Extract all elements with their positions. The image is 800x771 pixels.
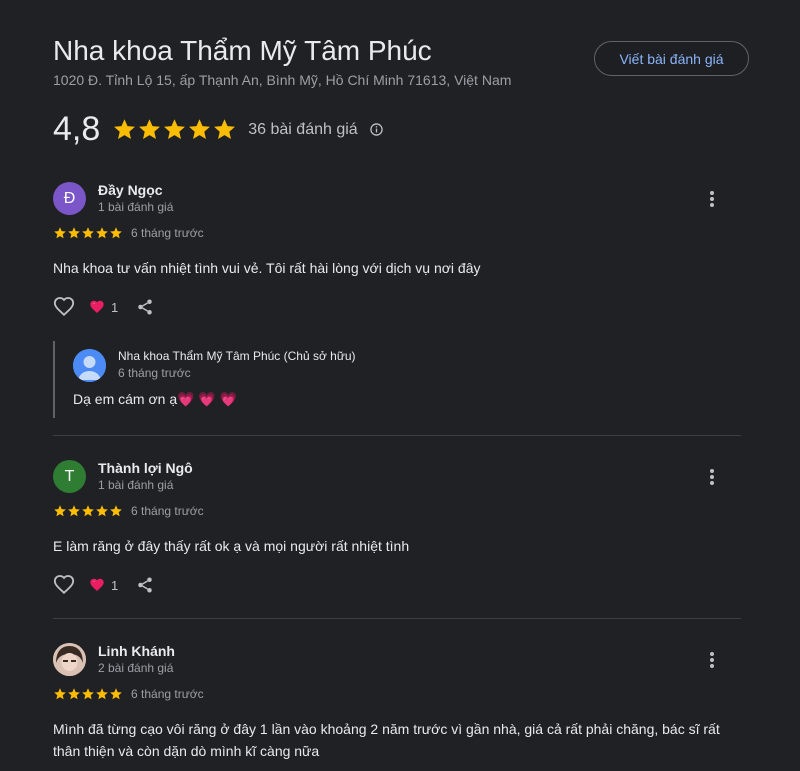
star-icon xyxy=(81,226,95,240)
star-icon xyxy=(53,504,67,518)
star-icon xyxy=(95,687,109,701)
star-icon xyxy=(187,117,212,142)
rating-summary: 4,8 36 bài đánh giá xyxy=(53,110,383,149)
review-actions: 1 xyxy=(53,296,154,318)
divider xyxy=(53,618,741,619)
person-icon xyxy=(73,349,106,382)
review-text: Mình đã từng cạo vôi răng ở đây 1 lần và… xyxy=(53,721,720,759)
star-icon xyxy=(95,226,109,240)
review-stars: 6 tháng trước xyxy=(53,504,204,518)
reviewer-name[interactable]: Linh Khánh xyxy=(98,643,175,659)
star-icon xyxy=(95,504,109,518)
owner-reply-name: Nha khoa Thẩm Mỹ Tâm Phúc (Chủ sở hữu) xyxy=(118,349,356,363)
review-stars: 6 tháng trước xyxy=(53,226,204,240)
star-icon xyxy=(67,687,81,701)
avatar[interactable] xyxy=(53,643,86,676)
owner-reply-text: Dạ em cám ơn ạ💗 💗 💗 xyxy=(73,391,238,407)
star-icon xyxy=(67,504,81,518)
review-text: Nha khoa tư vấn nhiệt tình vui vẻ. Tôi r… xyxy=(53,260,481,276)
reviewer-meta: 1 bài đánh giá xyxy=(98,478,174,492)
avatar[interactable]: Đ xyxy=(53,182,86,215)
more-options-icon[interactable] xyxy=(705,189,719,209)
star-icon xyxy=(162,117,187,142)
info-icon[interactable] xyxy=(369,123,383,136)
star-icon xyxy=(67,226,81,240)
star-icon xyxy=(53,687,67,701)
reviewer-name[interactable]: Thành lợi Ngô xyxy=(98,460,193,476)
owner-reply-time: 6 tháng trước xyxy=(118,366,191,380)
like-heart-icon[interactable] xyxy=(53,574,75,596)
review-actions: 1 xyxy=(53,574,154,596)
more-options-icon[interactable] xyxy=(705,650,719,670)
review-stars: 6 tháng trước xyxy=(53,687,204,701)
reviewer-name[interactable]: Đầy Ngọc xyxy=(98,182,163,198)
reviewer-meta: 2 bài đánh giá xyxy=(98,661,174,675)
review-text: E làm răng ở đây thấy rất ok ạ và mọi ng… xyxy=(53,538,410,554)
star-icon xyxy=(212,117,237,142)
reaction-count-value: 1 xyxy=(111,299,119,315)
star-icon xyxy=(81,504,95,518)
reviewer-meta: 1 bài đánh giá xyxy=(98,200,174,214)
reaction-count[interactable]: 1 xyxy=(89,299,118,315)
share-icon[interactable] xyxy=(136,576,154,594)
profile-photo xyxy=(53,643,86,676)
heart-reaction-icon xyxy=(89,577,105,593)
review-time: 6 tháng trước xyxy=(131,687,204,701)
reaction-count-value: 1 xyxy=(111,577,119,593)
divider xyxy=(53,435,741,436)
write-review-button[interactable]: Viết bài đánh giá xyxy=(594,41,749,76)
reaction-count[interactable]: 1 xyxy=(89,577,118,593)
rating-value: 4,8 xyxy=(53,110,101,148)
review-card: T Thành lợi Ngô 1 bài đánh giá 6 tháng t… xyxy=(53,460,743,600)
more-options-icon[interactable] xyxy=(705,467,719,487)
star-icon xyxy=(112,117,137,142)
star-icon xyxy=(109,687,123,701)
star-icon xyxy=(137,117,162,142)
owner-reply: Nha khoa Thẩm Mỹ Tâm Phúc (Chủ sở hữu) 6… xyxy=(53,341,743,418)
review-time: 6 tháng trước xyxy=(131,226,204,240)
review-card: Linh Khánh 2 bài đánh giá 6 tháng trước … xyxy=(53,643,743,771)
review-card: Đ Đầy Ngọc 1 bài đánh giá 6 tháng trước … xyxy=(53,182,743,322)
like-heart-icon[interactable] xyxy=(53,296,75,318)
star-icon xyxy=(109,226,123,240)
rating-stars xyxy=(112,117,237,142)
star-icon xyxy=(109,504,123,518)
review-time: 6 tháng trước xyxy=(131,504,204,518)
star-icon xyxy=(53,226,67,240)
star-icon xyxy=(81,687,95,701)
heart-reaction-icon xyxy=(89,299,105,315)
share-icon[interactable] xyxy=(136,298,154,316)
avatar[interactable]: T xyxy=(53,460,86,493)
review-count: 36 bài đánh giá xyxy=(248,120,358,138)
owner-avatar[interactable] xyxy=(73,349,106,382)
